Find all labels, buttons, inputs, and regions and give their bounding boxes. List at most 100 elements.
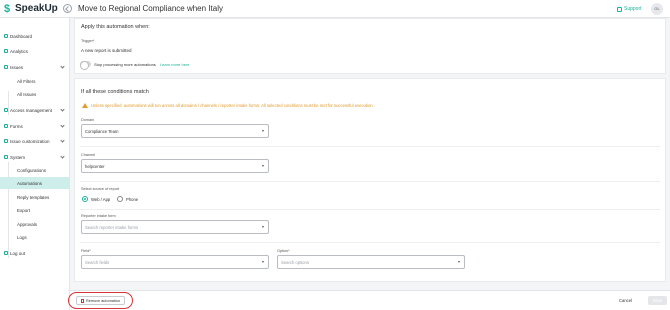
radio-selected-icon [82, 196, 88, 202]
warning-text: Unless specified, automations will run a… [91, 103, 374, 108]
chevron-down-icon [262, 165, 264, 167]
sidebar-item-label: Automations [17, 180, 43, 186]
domain-value: Compliance Team [85, 129, 119, 134]
option-placeholder: Search options [281, 260, 309, 265]
sidebar-item-label: Dashboard [10, 33, 33, 39]
cancel-button[interactable]: Cancel [619, 298, 632, 303]
forms-icon [4, 124, 8, 128]
option-select[interactable]: Search options [277, 255, 465, 269]
chevron-down-icon [262, 226, 264, 228]
system-icon [4, 155, 8, 159]
source-label: Select source of report [81, 187, 120, 191]
chevron-down-icon [458, 261, 460, 263]
stop-processing-toggle[interactable] [80, 60, 91, 70]
source-radio-phone[interactable]: Phone [117, 196, 138, 202]
trigger-label: Trigger* [81, 39, 95, 43]
chevron-down-icon [60, 106, 65, 112]
divider [80, 146, 660, 147]
support-link[interactable]: Support [617, 4, 642, 14]
dashboard-icon [4, 34, 8, 38]
sidebar-item-reply-templates[interactable]: Reply templates [0, 191, 70, 203]
analytics-icon [4, 49, 8, 53]
sidebar-item-access-management[interactable]: Access management [0, 104, 70, 116]
speakup-logo-icon: $ [4, 3, 11, 15]
sidebar-item-approvals[interactable]: Approvals [0, 218, 70, 230]
sidebar-item-label: Issue customization [10, 138, 50, 144]
sidebar: Dashboard Analytics Issues All Filters A… [0, 18, 70, 310]
footer-bar: Remove automation Cancel Save [70, 290, 670, 310]
save-button[interactable]: Save [648, 296, 667, 305]
sidebar-item-issues[interactable]: Issues [0, 61, 70, 73]
page-title: Move to Regional Compliance when Italy [78, 4, 223, 13]
trigger-card: Apply this automation when: Trigger* A n… [74, 18, 666, 74]
chevron-down-icon [60, 122, 65, 128]
channel-label: Channel [81, 153, 96, 157]
domain-select[interactable]: Compliance Team [81, 124, 269, 138]
learn-more-link[interactable]: Learn more here [160, 62, 190, 67]
channel-select[interactable]: helpcenter [81, 159, 269, 173]
app-root: $ SpeakUp Move to Regional Compliance wh… [0, 0, 670, 310]
sidebar-item-label: Logs [17, 234, 27, 240]
divider [80, 181, 660, 182]
brand-name: SpeakUp [15, 3, 58, 14]
chevron-down-icon [262, 261, 264, 263]
conditions-warning: Unless specified, automations will run a… [82, 103, 374, 108]
field-select[interactable]: Search fields [81, 255, 269, 269]
support-icon [617, 6, 622, 12]
top-bar: $ SpeakUp Move to Regional Compliance wh… [0, 0, 670, 18]
domain-label: Domain [81, 118, 95, 122]
radio-unselected-icon [117, 196, 123, 202]
toggle-label-text: Stop processing more automations [94, 62, 156, 67]
collapse-sidebar-icon[interactable] [63, 4, 72, 13]
highlight-annotation [68, 292, 133, 309]
sidebar-item-label: Configurations [17, 167, 47, 173]
conditions-card: If all these conditions match Unless spe… [74, 78, 666, 282]
conditions-section-title: If all these conditions match [81, 89, 149, 95]
sidebar-item-configurations[interactable]: Configurations [0, 164, 70, 176]
trigger-section-title: Apply this automation when: [81, 24, 150, 30]
warning-icon [82, 103, 88, 108]
access-icon [4, 108, 8, 112]
support-label: Support [624, 6, 642, 12]
sidebar-item-log-out[interactable]: Log out [0, 247, 70, 259]
field-placeholder: Search fields [85, 260, 110, 265]
field-label: Field* [81, 249, 91, 253]
sidebar-item-label: Issues [10, 64, 24, 70]
stop-processing-label: Stop processing more automations Learn m… [94, 62, 190, 67]
sidebar-item-label: All Filters [17, 78, 36, 84]
logout-icon [4, 251, 8, 255]
source-radio-web-app[interactable]: Web / App [82, 196, 110, 202]
intake-form-placeholder: Search reporter intake forms [85, 225, 139, 230]
sidebar-item-all-issues[interactable]: All Issues [0, 88, 70, 100]
trigger-value: A new report is submitted [81, 48, 132, 53]
radio-label: Web / App [91, 196, 111, 202]
sidebar-item-label: Export [17, 207, 31, 213]
avatar[interactable]: GL [651, 3, 663, 15]
chevron-down-icon [60, 63, 65, 69]
sidebar-item-logs[interactable]: Logs [0, 231, 70, 243]
sidebar-item-issue-customization[interactable]: Issue customization [0, 135, 70, 147]
sidebar-item-export[interactable]: Export [0, 204, 70, 216]
sidebar-item-analytics[interactable]: Analytics [0, 45, 70, 57]
intake-form-select[interactable]: Search reporter intake forms [81, 220, 269, 234]
sidebar-item-all-filters[interactable]: All Filters [0, 75, 70, 87]
sidebar-item-label: System [10, 154, 26, 160]
sidebar-item-label: Analytics [10, 48, 29, 54]
divider [80, 242, 660, 243]
sidebar-item-label: Reply templates [17, 194, 50, 200]
option-label: Option* [277, 249, 290, 253]
chevron-down-icon [262, 130, 264, 132]
sidebar-item-label: All Issues [17, 91, 37, 97]
customization-icon [4, 139, 8, 143]
sidebar-item-label: Approvals [17, 221, 38, 227]
sidebar-item-forms[interactable]: Forms [0, 120, 70, 132]
sidebar-item-dashboard[interactable]: Dashboard [0, 30, 70, 42]
sidebar-item-label: Log out [10, 250, 26, 256]
brand-logo[interactable]: $ SpeakUp [4, 3, 58, 15]
sidebar-item-system[interactable]: System [0, 151, 70, 163]
sidebar-item-label: Forms [10, 123, 23, 129]
channel-value: helpcenter [85, 164, 105, 169]
issues-icon [4, 65, 8, 69]
sidebar-item-automations[interactable]: Automations [0, 177, 70, 189]
divider [80, 209, 660, 210]
